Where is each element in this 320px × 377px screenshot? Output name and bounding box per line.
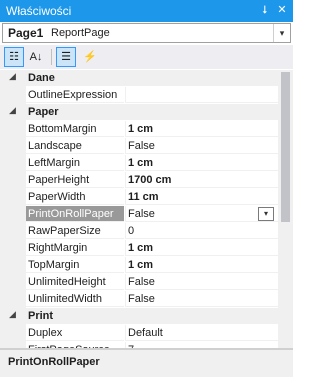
object-name: Page1 bbox=[8, 26, 44, 40]
properties-icon[interactable]: ☰ bbox=[56, 47, 76, 67]
property-name[interactable]: Landscape bbox=[26, 138, 124, 154]
property-row-topmargin[interactable]: TopMargin 1 cm bbox=[0, 257, 278, 273]
vertical-scrollbar[interactable] bbox=[278, 70, 293, 348]
property-value[interactable]: 1 cm bbox=[125, 121, 278, 137]
property-name[interactable]: BottomMargin bbox=[26, 121, 124, 137]
property-name[interactable]: LeftMargin bbox=[26, 155, 124, 171]
alphabetical-sort-icon[interactable]: A↓ bbox=[26, 47, 46, 67]
property-row-bottommargin[interactable]: BottomMargin 1 cm bbox=[0, 121, 278, 137]
property-value[interactable]: 0 bbox=[125, 223, 278, 239]
property-name[interactable]: OutlineExpression bbox=[26, 87, 124, 103]
property-name[interactable]: PrintOnRollPaper bbox=[26, 206, 124, 222]
category-label: Paper bbox=[28, 106, 59, 118]
category-paper[interactable]: ◢ Paper bbox=[0, 104, 278, 120]
property-value[interactable]: 1 cm bbox=[125, 257, 278, 273]
property-value[interactable]: False bbox=[125, 138, 278, 154]
property-value[interactable]: 11 cm bbox=[125, 189, 278, 205]
categorized-icon[interactable]: ☷ bbox=[4, 47, 24, 67]
property-row-outlineexpression[interactable]: OutlineExpression bbox=[0, 87, 278, 103]
panel-title: Właściwości bbox=[6, 4, 72, 18]
property-value[interactable]: False bbox=[125, 291, 278, 307]
value-dropdown-button[interactable]: ▾ bbox=[258, 207, 274, 221]
toolbar-separator bbox=[51, 49, 52, 65]
property-value[interactable]: Default bbox=[125, 325, 278, 341]
property-value[interactable]: 1 cm bbox=[125, 240, 278, 256]
pin-icon[interactable]: ⭣ bbox=[258, 3, 272, 17]
scrollbar-thumb[interactable] bbox=[281, 72, 290, 222]
object-selector[interactable]: Page1 ReportPage ▾ bbox=[2, 23, 291, 43]
events-lightning-icon[interactable]: ⚡ bbox=[80, 47, 100, 67]
property-name[interactable]: UnlimitedWidth bbox=[26, 291, 124, 307]
collapse-icon[interactable]: ◢ bbox=[9, 71, 16, 82]
category-label: Print bbox=[28, 310, 54, 322]
property-row-unlimitedheight[interactable]: UnlimitedHeight False bbox=[0, 274, 278, 290]
property-value[interactable]: False bbox=[125, 206, 278, 222]
property-value[interactable] bbox=[125, 87, 278, 103]
property-value[interactable]: 1700 cm bbox=[125, 172, 278, 188]
property-row-paperheight[interactable]: PaperHeight 1700 cm bbox=[0, 172, 278, 188]
chevron-down-icon[interactable]: ▾ bbox=[273, 24, 290, 42]
property-toolbar: ☷ A↓ ☰ ⚡ bbox=[0, 45, 293, 69]
category-print[interactable]: ◢ Print bbox=[0, 308, 278, 324]
property-grid: ◢ Dane OutlineExpression ◢ Paper BottomMargin… bbox=[0, 70, 278, 348]
collapse-icon[interactable]: ◢ bbox=[9, 105, 16, 116]
property-row-printonrollpaper[interactable]: PrintOnRollPaper False ▾ bbox=[0, 206, 278, 222]
property-value[interactable]: 1 cm bbox=[125, 155, 278, 171]
property-row-landscape[interactable]: Landscape False bbox=[0, 138, 278, 154]
close-icon[interactable]: ✕ bbox=[275, 3, 289, 17]
property-name[interactable]: RightMargin bbox=[26, 240, 124, 256]
description-title: PrintOnRollPaper bbox=[8, 356, 100, 368]
property-name[interactable]: PaperHeight bbox=[26, 172, 124, 188]
property-row-leftmargin[interactable]: LeftMargin 1 cm bbox=[0, 155, 278, 171]
panel-titlebar: Właściwości ⭣ ✕ bbox=[0, 0, 293, 22]
category-label: Dane bbox=[28, 72, 55, 84]
property-row-rawpapersize[interactable]: RawPaperSize 0 bbox=[0, 223, 278, 239]
property-value[interactable]: False bbox=[125, 274, 278, 290]
property-name[interactable]: PaperWidth bbox=[26, 189, 124, 205]
collapse-icon[interactable]: ◢ bbox=[9, 309, 16, 320]
property-row-unlimitedwidth[interactable]: UnlimitedWidth False bbox=[0, 291, 278, 307]
property-name[interactable]: UnlimitedHeight bbox=[26, 274, 124, 290]
object-type: ReportPage bbox=[51, 27, 110, 39]
property-row-rightmargin[interactable]: RightMargin 1 cm bbox=[0, 240, 278, 256]
description-pane: PrintOnRollPaper bbox=[0, 350, 293, 377]
property-name[interactable]: Duplex bbox=[26, 325, 124, 341]
property-name[interactable]: RawPaperSize bbox=[26, 223, 124, 239]
property-row-paperwidth[interactable]: PaperWidth 11 cm bbox=[0, 189, 278, 205]
property-row-duplex[interactable]: Duplex Default bbox=[0, 325, 278, 341]
category-dane[interactable]: ◢ Dane bbox=[0, 70, 278, 86]
property-name[interactable]: TopMargin bbox=[26, 257, 124, 273]
